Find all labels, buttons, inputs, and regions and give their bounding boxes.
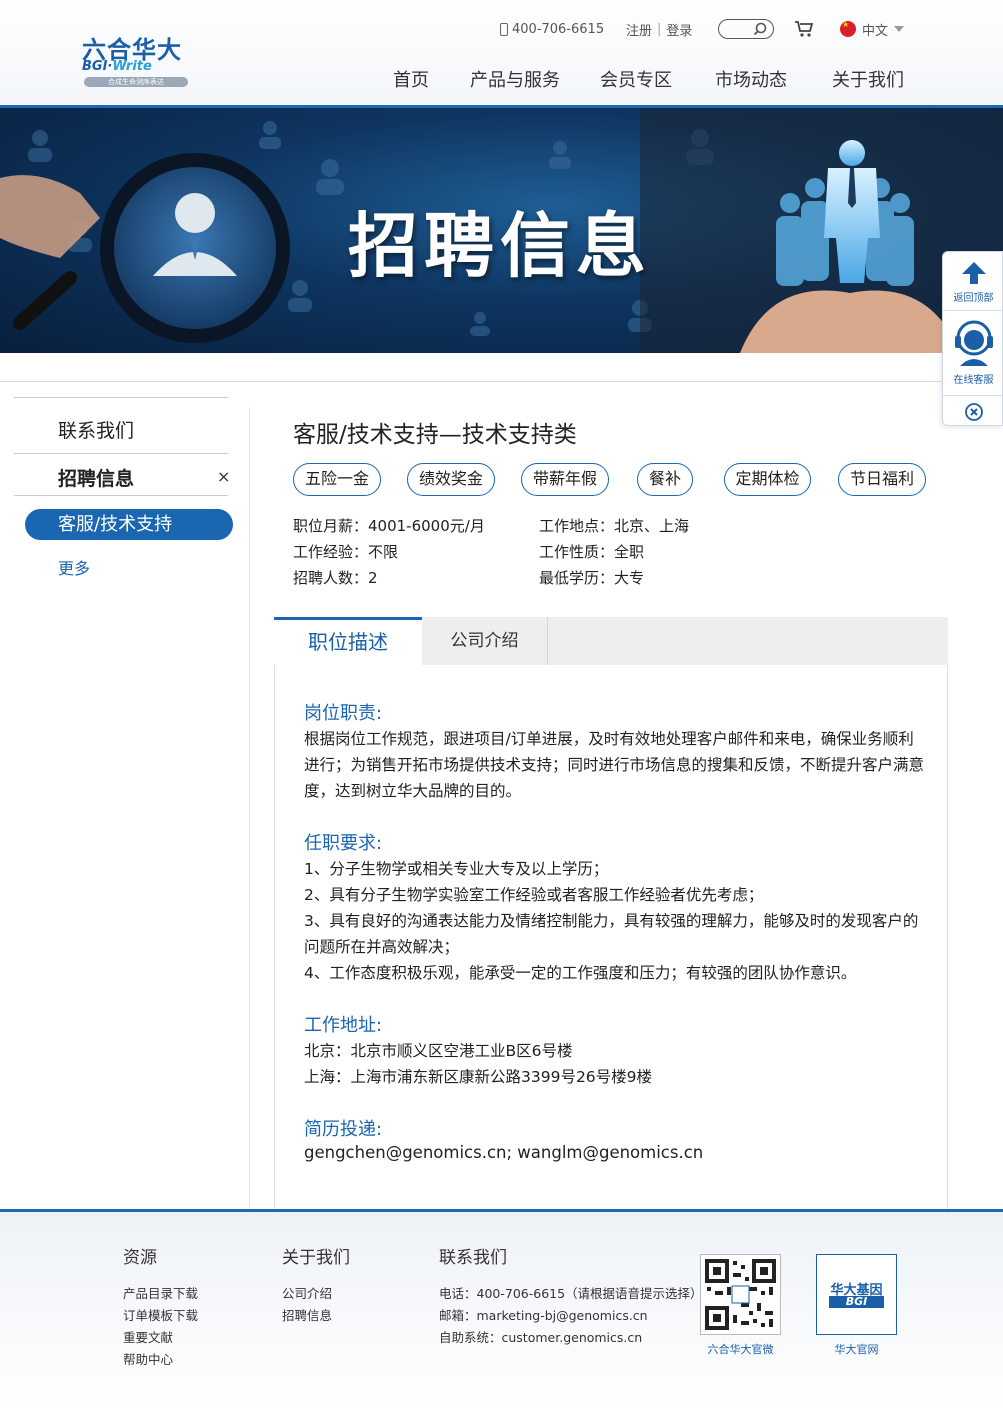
benefit-tag: 节日福利 [838,463,926,496]
hotline-number: 400-706-6615 [512,21,605,37]
china-flag-icon [840,21,856,37]
footer-contact-email[interactable]: 邮箱：marketing-bj@genomics.cn [439,1305,648,1324]
duty-heading: 岗位职责: [304,703,383,724]
customer-service-icon [954,320,993,366]
tab-job-description[interactable]: 职位描述 [274,617,422,665]
address-heading: 工作地址: [304,1015,383,1036]
footer-resources-heading: 资源 [123,1248,157,1268]
footer-link[interactable]: 订单模板下载 [123,1305,198,1324]
search-icon[interactable] [753,22,767,36]
site-footer: 资源 产品目录下载 订单模板下载 重要文献 帮助中心 关于我们 公司介绍 招聘信… [0,1209,1003,1409]
benefit-tag: 带薪年假 [521,463,609,496]
close-circle-icon [964,403,983,421]
auth-links: 注册 | 登录 [626,18,692,40]
footer-link[interactable]: 招聘信息 [282,1305,332,1324]
sidebar-divider [14,397,228,398]
hotline: 400-706-6615 [500,22,604,37]
footer-contact-phone: 电话：400-706-6615（请根据语音提示选择） [439,1286,703,1301]
requirement-line: 1、分子生物学或相关专业大专及以上学历； [304,860,609,878]
footer-link[interactable]: 产品目录下载 [123,1283,198,1302]
language-select[interactable]: 中文 [840,18,905,40]
benefit-tag: 五险一金 [293,463,381,496]
nav-members[interactable]: 会员专区 [600,66,672,92]
tab-company-intro[interactable]: 公司介绍 [422,617,548,665]
logo-tagline: 合成生命测序表达 [84,77,188,87]
login-link[interactable]: 登录 [666,20,692,39]
site-header: 六合华大 BGI·Write 合成生命测序表达 400-706-6615 注册 … [0,0,1003,108]
sidebar-item-recruitment[interactable]: 招聘信息 [58,464,134,491]
language-label: 中文 [862,23,889,39]
wechat-qr-code [700,1254,781,1335]
job-experience: 工作经验：不限 [293,543,399,561]
footer-contact-system[interactable]: 自助系统：customer.genomics.cn [439,1327,642,1346]
top-utility-bar: 400-706-6615 注册 | 登录 中文 [500,18,905,40]
floating-toolbar: 返回顶部 在线客服 [942,251,1003,426]
bgi-logo-en: BGI [829,1296,884,1308]
duty-line: 进行；为销售开拓市场提供技术支持；同时进行市场信息的搜集和反馈，不断提升客户满意 [304,756,925,774]
search-input[interactable] [718,19,774,39]
collapse-icon[interactable]: × [217,467,230,486]
duty-line: 根据岗位工作规范，跟进项目/订单进展，及时有效地处理客户邮件和来电，确保业务顺利 [304,730,914,748]
nav-home[interactable]: 首页 [393,66,429,92]
detail-tabs: 职位描述 公司介绍 [274,617,948,665]
nav-about[interactable]: 关于我们 [832,66,904,92]
job-education: 最低学历：大专 [539,569,645,587]
job-headcount: 招聘人数：2 [293,569,378,587]
benefit-tag: 餐补 [637,463,693,496]
benefit-tag: 定期体检 [724,463,811,496]
job-location: 工作地点：北京、上海 [539,517,690,535]
duty-line: 度，达到树立华大品牌的目的。 [304,782,522,800]
float-separator [943,395,1003,396]
job-type: 工作性质：全职 [539,543,645,561]
benefit-tag: 绩效奖金 [407,463,495,496]
nav-market[interactable]: 市场动态 [715,66,787,92]
job-title: 客服/技术支持—技术支持类 [293,422,577,448]
register-link[interactable]: 注册 [626,20,652,39]
banner-title: 招聘信息 [348,204,652,287]
job-salary: 职位月薪：4001-6000元/月 [293,517,485,535]
wechat-qr-caption: 六合华大官微 [707,1343,774,1356]
arrow-up-icon [961,262,986,284]
requirement-line: 2、具有分子生物学实验室工作经验或者客服工作经验者优先考虑； [304,886,764,904]
address-line: 北京：北京市顺义区空港工业B区6号楼 [304,1042,573,1060]
footer-link[interactable]: 重要文献 [123,1327,173,1346]
float-separator [943,310,1003,311]
footer-link[interactable]: 公司介绍 [282,1283,332,1302]
resume-heading: 简历投递: [304,1119,383,1140]
back-to-top-button[interactable]: 返回顶部 [943,260,1003,304]
footer-contact-heading: 联系我们 [439,1248,507,1268]
close-toolbar-button[interactable] [943,402,1003,425]
address-line: 上海：上海市浦东新区康新公路3399号26号楼9楼 [304,1068,653,1086]
online-service-button[interactable]: 在线客服 [943,318,1003,386]
hero-banner: 招聘信息 [0,108,1003,353]
nav-products[interactable]: 产品与服务 [470,66,560,92]
bgi-website-caption: 华大官网 [834,1343,879,1356]
chevron-down-icon [894,26,905,32]
phone-icon [500,22,508,36]
cart-icon[interactable] [794,20,814,38]
footer-link[interactable]: 帮助中心 [123,1349,173,1368]
qr-pattern [705,1259,776,1330]
logo-english-text: BGI·Write [82,59,152,74]
sidebar-divider [14,495,228,496]
section-divider [0,381,1003,382]
requirement-line: 问题所在并高效解决； [304,938,460,956]
bgi-website-qr[interactable]: 华大基因 BGI [816,1254,897,1335]
footer-about-heading: 关于我们 [282,1248,350,1268]
sidebar-item-active-job[interactable]: 客服/技术支持 [25,509,233,540]
requirement-line: 4、工作态度积极乐观，能承受一定的工作强度和压力；有较强的团队协作意识。 [304,964,857,982]
auth-separator: | [657,21,662,37]
site-logo[interactable]: 六合华大 BGI·Write 合成生命测序表达 [82,30,192,90]
back-to-top-label: 返回顶部 [953,293,994,304]
sidebar-divider [14,453,228,454]
online-service-label: 在线客服 [953,375,994,386]
requirement-line: 3、具有良好的沟通表达能力及情绪控制能力，具有较强的理解力，能够及时的发现客户的 [304,912,919,930]
sidebar-more-link[interactable]: 更多 [58,555,90,579]
requirements-heading: 任职要求: [304,833,383,854]
resume-emails[interactable]: gengchen@genomics.cn; wanglm@genomics.cn [304,1143,703,1162]
sidebar-item-contact[interactable]: 联系我们 [58,416,134,443]
column-divider [249,407,250,1210]
